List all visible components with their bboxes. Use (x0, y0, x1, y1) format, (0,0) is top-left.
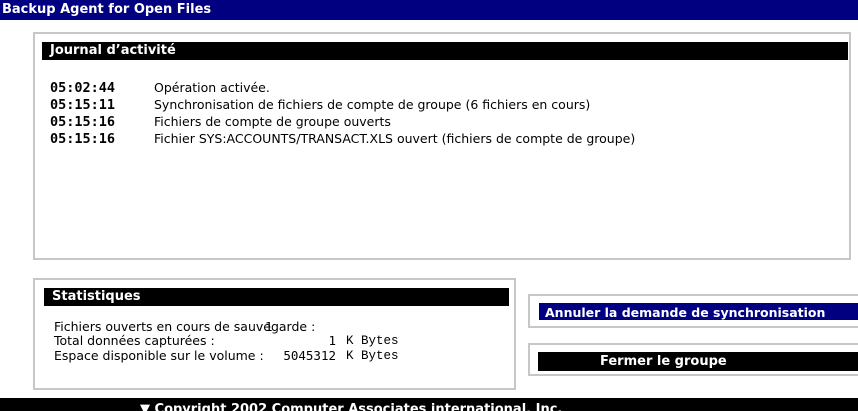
captured-data-unit: K Bytes (346, 334, 399, 348)
cancel-sync-button-label[interactable]: Annuler la demande de synchronisation (538, 302, 858, 321)
activity-journal-header: Journal d’activité (42, 42, 848, 60)
log-entry-time: 05:15:16 (50, 131, 116, 147)
window-title: Backup Agent for Open Files (0, 0, 858, 20)
log-entry-message: Fichier SYS:ACCOUNTS/TRANSACT.XLS ouvert… (154, 131, 636, 146)
close-group-button[interactable]: Fermer le groupe (528, 343, 858, 376)
close-group-button-label[interactable]: Fermer le groupe (538, 352, 858, 371)
log-entry: 05:15:11 Synchronisation de fichiers de c… (50, 96, 635, 113)
log-entry: 05:02:44 Opération activée. (50, 79, 635, 96)
log-entry-time: 05:02:44 (50, 80, 116, 96)
statistics-header: Statistiques (44, 288, 509, 306)
open-files-label: Fichiers ouverts en cours de sauvegarde … (54, 319, 316, 334)
captured-data-label: Total données capturées : (54, 333, 215, 348)
log-entry: 05:15:16 Fichier SYS:ACCOUNTS/TRANSACT.XL… (50, 130, 635, 147)
captured-data-value: 1 (328, 333, 336, 348)
open-files-value: 1 (265, 319, 273, 334)
log-entry-message: Synchronisation de fichiers de compte de… (154, 97, 591, 112)
free-space-value: 5045312 (283, 348, 336, 363)
cancel-sync-button[interactable]: Annuler la demande de synchronisation (528, 294, 858, 328)
activity-log-list: 05:02:44 Opération activée. 05:15:11 Synch… (50, 79, 635, 147)
log-entry-time: 05:15:16 (50, 114, 116, 130)
free-space-label: Espace disponible sur le volume : (54, 348, 264, 363)
copyright-text: ▼ Copyright 2002 Computer Associates int… (140, 402, 563, 411)
log-entry-message: Fichiers de compte de groupe ouverts (154, 114, 391, 129)
copyright-bar: ▼ Copyright 2002 Computer Associates int… (0, 398, 858, 411)
backup-agent-window: Backup Agent for Open Files Journal d’ac… (0, 0, 858, 411)
free-space-unit: K Bytes (346, 349, 399, 363)
log-entry: 05:15:16 Fichiers de compte de groupe ouv… (50, 113, 635, 130)
log-entry-message: Opération activée. (154, 80, 270, 95)
log-entry-time: 05:15:11 (50, 97, 116, 113)
